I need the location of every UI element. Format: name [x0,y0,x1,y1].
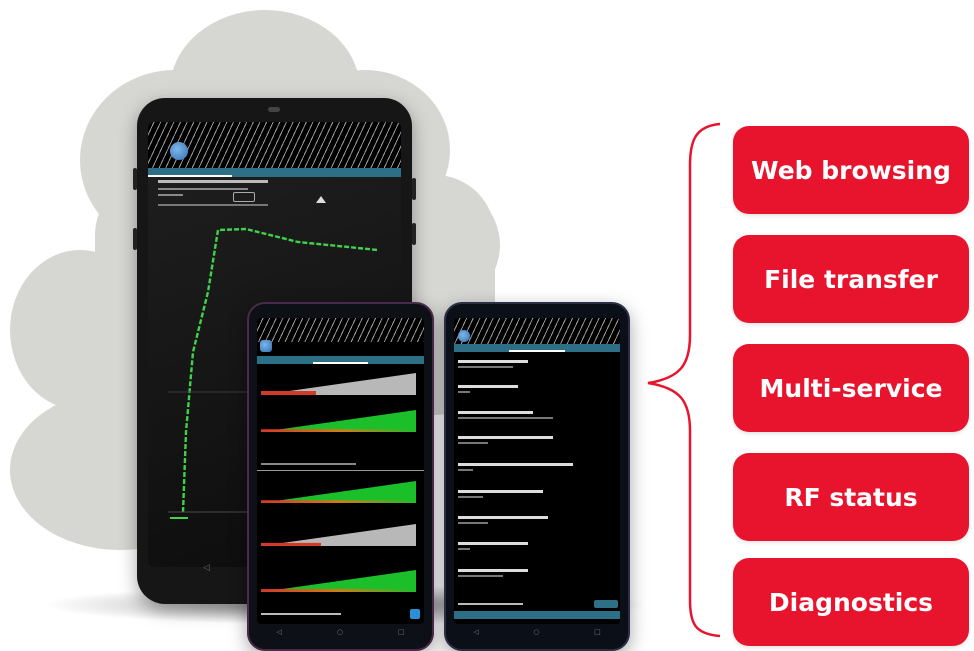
tab-3[interactable] [368,356,424,364]
back-arrow-icon[interactable]: ◁ [276,628,281,636]
list-item[interactable] [458,360,528,363]
tab-3[interactable] [565,344,620,352]
rf-screen [257,318,424,624]
app-logo-icon [260,340,272,352]
phone-side-button [133,168,137,190]
edit-button[interactable] [410,609,420,619]
info-line [261,463,356,465]
list-item-sub [458,442,488,444]
list-item[interactable] [458,569,528,572]
diagnostics-button[interactable]: Diagnostics [733,558,969,646]
gauge-green [261,481,416,503]
phone-side-button [412,178,416,200]
info-line [158,194,183,196]
tab-2[interactable] [509,344,565,352]
recents-icon[interactable]: □ [594,628,601,636]
services-screen [454,318,620,624]
app-logo-icon [170,142,188,160]
file-transfer-button[interactable]: File transfer [733,235,969,323]
phone-services: ◁ ○ □ [444,302,630,651]
gauge-green [261,410,416,432]
tab-2[interactable] [232,168,316,177]
phone-side-button [133,228,137,250]
list-item-sub [458,469,473,471]
back-arrow-icon[interactable]: ◁ [473,628,478,636]
list-item-sub [458,417,553,419]
signal-icon [233,192,255,202]
header-pattern [454,318,620,344]
list-item-sub [458,575,503,577]
service-tabs [454,344,620,352]
curly-brace-icon [647,122,721,638]
home-icon[interactable]: ○ [337,628,343,636]
list-item-sub [458,391,470,393]
main-tabs [148,168,401,177]
info-line [158,204,268,206]
tab-1[interactable] [148,168,233,177]
recents-icon[interactable]: □ [398,628,405,636]
phone-side-button [412,223,416,245]
list-item-sub [458,496,483,498]
multi-service-button[interactable]: Multi-service [733,344,969,432]
list-item[interactable] [458,490,543,493]
list-item[interactable] [458,385,518,388]
home-icon[interactable]: ○ [533,628,539,636]
list-item[interactable] [458,463,573,466]
nav-bar: ◁ ○ □ [249,628,432,636]
list-item-sub [458,522,488,524]
info-line [458,603,523,605]
tab-3[interactable] [317,168,401,177]
rf-status-button[interactable]: RF status [733,453,969,541]
info-line [158,188,248,190]
status-badge [594,600,618,608]
divider [257,470,424,471]
back-arrow-icon[interactable]: ◁ [203,563,210,573]
tab-1[interactable] [454,344,509,352]
tab-1[interactable] [257,356,313,364]
header-pattern [257,318,424,342]
speaker-grille [268,107,280,112]
list-item-sub [458,366,513,368]
list-item[interactable] [458,542,528,545]
warning-icon [316,196,326,203]
gauge-grey [261,373,416,395]
bottom-bar [454,611,620,619]
phone-rf-status: ◁ ○ □ [247,302,434,651]
list-item[interactable] [458,516,548,519]
web-browsing-button[interactable]: Web browsing [733,126,969,214]
info-line [261,613,341,615]
rf-tabs [257,356,424,364]
app-logo-icon [458,330,470,342]
gauge-grey [261,524,416,546]
list-item[interactable] [458,436,553,439]
info-line [158,180,268,183]
gauge-green [261,570,416,592]
list-item-sub [458,548,470,550]
nav-bar: ◁ ○ □ [446,628,628,636]
list-item[interactable] [458,411,533,414]
tab-2[interactable] [312,356,369,364]
